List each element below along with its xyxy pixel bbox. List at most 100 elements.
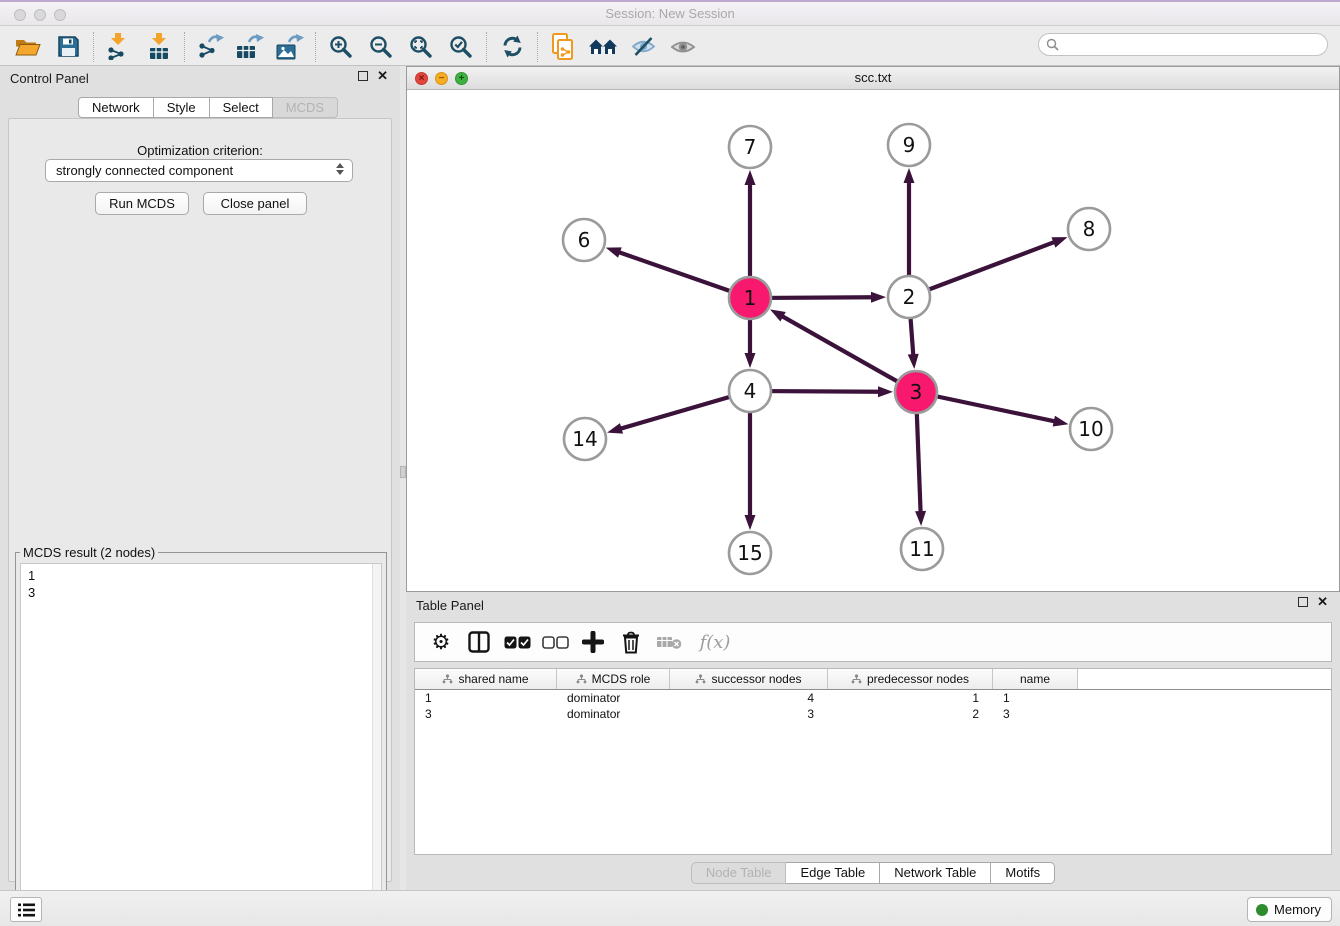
table-cell[interactable]: 1 [993,691,1078,705]
float-panel-icon[interactable] [358,71,368,81]
hide-details-button[interactable] [623,30,663,64]
window-title: Session: New Session [0,2,1340,26]
tab-network-table[interactable]: Network Table [880,862,991,884]
table-cell[interactable]: 3 [993,707,1078,721]
table-cell[interactable]: dominator [557,707,670,721]
delete-table-button[interactable] [653,627,685,657]
search-input[interactable] [1063,38,1327,52]
tab-network[interactable]: Network [78,97,154,118]
fx-icon: f(x) [696,632,731,653]
network-document-icon [551,33,575,61]
tab-select[interactable]: Select [210,97,273,118]
table-cell[interactable]: 4 [670,691,828,705]
table-toolbar: ⚙ [414,622,1332,662]
criterion-value: strongly connected component [56,163,233,178]
select-all-columns-button[interactable] [501,627,533,657]
table-settings-button[interactable]: ⚙ [425,627,457,657]
export-network-button[interactable] [190,30,230,64]
attribute-tree-icon [576,674,587,684]
network-document-button[interactable] [543,30,583,64]
close-panel-icon[interactable]: ✕ [377,71,388,81]
trash-icon [621,631,641,654]
import-network-button[interactable] [99,30,139,64]
save-icon [58,36,79,57]
hide-eye-icon [631,36,656,57]
table-tabs: Node Table Edge Table Network Table Moti… [406,862,1340,884]
dropdown-stepper-icon [336,163,344,175]
tab-edge-table[interactable]: Edge Table [786,862,880,884]
close-panel-button[interactable]: Close panel [203,192,307,215]
table-cell[interactable]: 3 [670,707,828,721]
graph-arrowhead [607,423,623,434]
open-session-button[interactable] [8,30,48,64]
export-table-button[interactable] [230,30,270,64]
home-button[interactable] [583,30,623,64]
save-session-button[interactable] [48,30,88,64]
minimize-window-button[interactable] [34,9,46,21]
table-cell[interactable]: 1 [828,691,993,705]
table-header-row: shared name MCDS role successor nodes pr… [415,669,1331,690]
table-cell[interactable]: dominator [557,691,670,705]
table-panel: Table Panel ✕ ⚙ [406,592,1340,890]
close-window-button[interactable] [14,9,26,21]
run-mcds-button[interactable]: Run MCDS [95,192,189,215]
result-line: 3 [28,584,381,601]
column-header-successor-nodes[interactable]: successor nodes [670,669,828,689]
function-builder-button[interactable]: f(x) [691,627,735,657]
column-header-MCDS-role[interactable]: MCDS role [557,669,670,689]
create-column-button[interactable] [577,627,609,657]
plus-icon [582,631,604,653]
table-cell[interactable]: 1 [415,691,557,705]
show-details-button[interactable] [663,30,703,64]
table-cell[interactable]: 3 [415,707,557,721]
tab-node-table[interactable]: Node Table [691,862,787,884]
network-minimize-button[interactable]: − [435,72,448,85]
graph-edge-2-8[interactable] [909,242,1055,297]
criterion-dropdown[interactable]: strongly connected component [45,159,353,182]
deselect-all-columns-button[interactable] [539,627,571,657]
graph-node-label: 15 [737,541,762,565]
table-row[interactable]: 1dominator411 [415,690,1331,706]
zoom-in-button[interactable] [321,30,361,64]
column-chooser-button[interactable] [463,627,495,657]
graph-arrowhead [606,247,622,257]
column-header-shared-name[interactable]: shared name [415,669,557,689]
status-bar: Memory [0,890,1340,926]
graph-node-label: 8 [1083,217,1096,241]
mcds-result-list[interactable]: 1 3 [20,563,382,915]
network-close-button[interactable]: × [415,72,428,85]
import-network-icon [106,33,132,60]
network-canvas[interactable]: 7968124314101511 [407,90,1339,591]
zoom-out-button[interactable] [361,30,401,64]
import-table-button[interactable] [139,30,179,64]
search-icon [1046,38,1059,51]
zoom-fit-button[interactable] [401,30,441,64]
zoom-selected-button[interactable] [441,30,481,64]
table-cell[interactable]: 2 [828,707,993,721]
result-scrollbar[interactable] [372,564,381,914]
memory-button[interactable]: Memory [1247,897,1332,922]
refresh-button[interactable] [492,30,532,64]
close-table-panel-icon[interactable]: ✕ [1317,597,1328,607]
graph-arrowhead [745,353,756,368]
maximize-window-button[interactable] [54,9,66,21]
search-field[interactable] [1038,33,1328,56]
export-image-icon [276,34,304,60]
column-label: shared name [458,672,528,686]
zoom-selected-icon [449,35,473,59]
graph-edge-3-1[interactable] [781,316,916,392]
export-image-button[interactable] [270,30,310,64]
float-table-panel-icon[interactable] [1298,597,1308,607]
tab-style[interactable]: Style [154,97,210,118]
tab-mcds[interactable]: MCDS [273,97,338,118]
network-zoom-button[interactable]: + [455,72,468,85]
delete-column-button[interactable] [615,627,647,657]
column-label: predecessor nodes [867,672,969,686]
column-header-name[interactable]: name [993,669,1078,689]
task-history-button[interactable] [10,897,42,922]
table-row[interactable]: 3dominator323 [415,706,1331,722]
attribute-tree-icon [695,674,706,684]
result-line: 1 [28,567,381,584]
column-header-predecessor-nodes[interactable]: predecessor nodes [828,669,993,689]
tab-motifs[interactable]: Motifs [991,862,1055,884]
